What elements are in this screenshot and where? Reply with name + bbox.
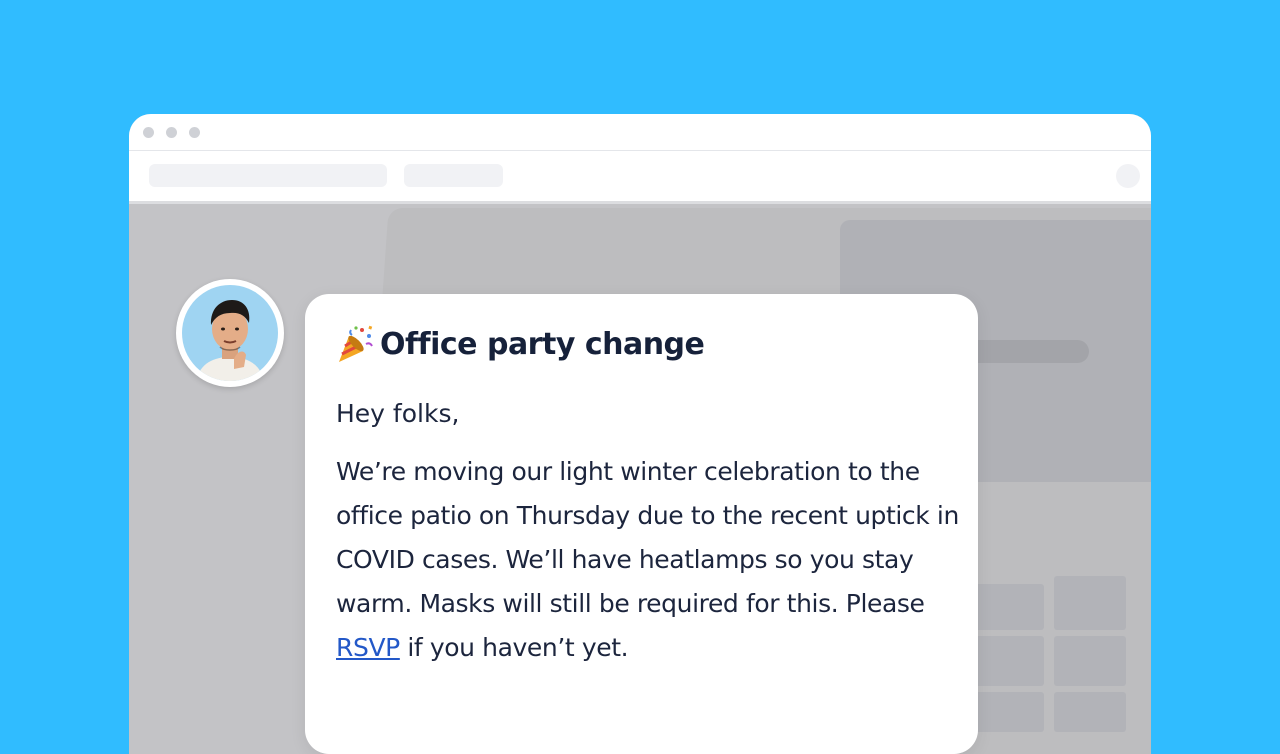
background-tile <box>974 636 1044 686</box>
background-tile <box>1054 692 1126 732</box>
address-bar-placeholder[interactable] <box>149 164 387 187</box>
message-title-row: Office party change <box>336 322 705 366</box>
window-maximize-dot[interactable] <box>189 127 200 138</box>
background-tile <box>1054 636 1126 686</box>
sender-avatar[interactable] <box>176 279 284 387</box>
background-tile <box>1054 576 1126 630</box>
window-close-dot[interactable] <box>143 127 154 138</box>
message-greeting: Hey folks, <box>336 399 460 428</box>
message-title: Office party change <box>380 326 705 362</box>
message-body-text-end: if you haven’t yet. <box>399 633 629 662</box>
message-card: Office party change Hey folks, We’re mov… <box>305 294 978 754</box>
party-popper-icon <box>339 325 373 362</box>
message-body: We’re moving our light winter celebratio… <box>336 450 961 670</box>
browser-titlebar <box>129 114 1151 151</box>
browser-toolbar <box>129 151 1151 204</box>
window-minimize-dot[interactable] <box>166 127 177 138</box>
message-body-text: We’re moving our light winter celebratio… <box>336 457 959 618</box>
profile-button-placeholder[interactable] <box>1116 164 1140 188</box>
background-tile <box>974 584 1044 630</box>
toolbar-pill-placeholder[interactable] <box>404 164 503 187</box>
rsvp-link[interactable]: RSVP <box>336 633 400 662</box>
background-tile <box>974 692 1044 732</box>
person-avatar-icon <box>182 285 278 381</box>
